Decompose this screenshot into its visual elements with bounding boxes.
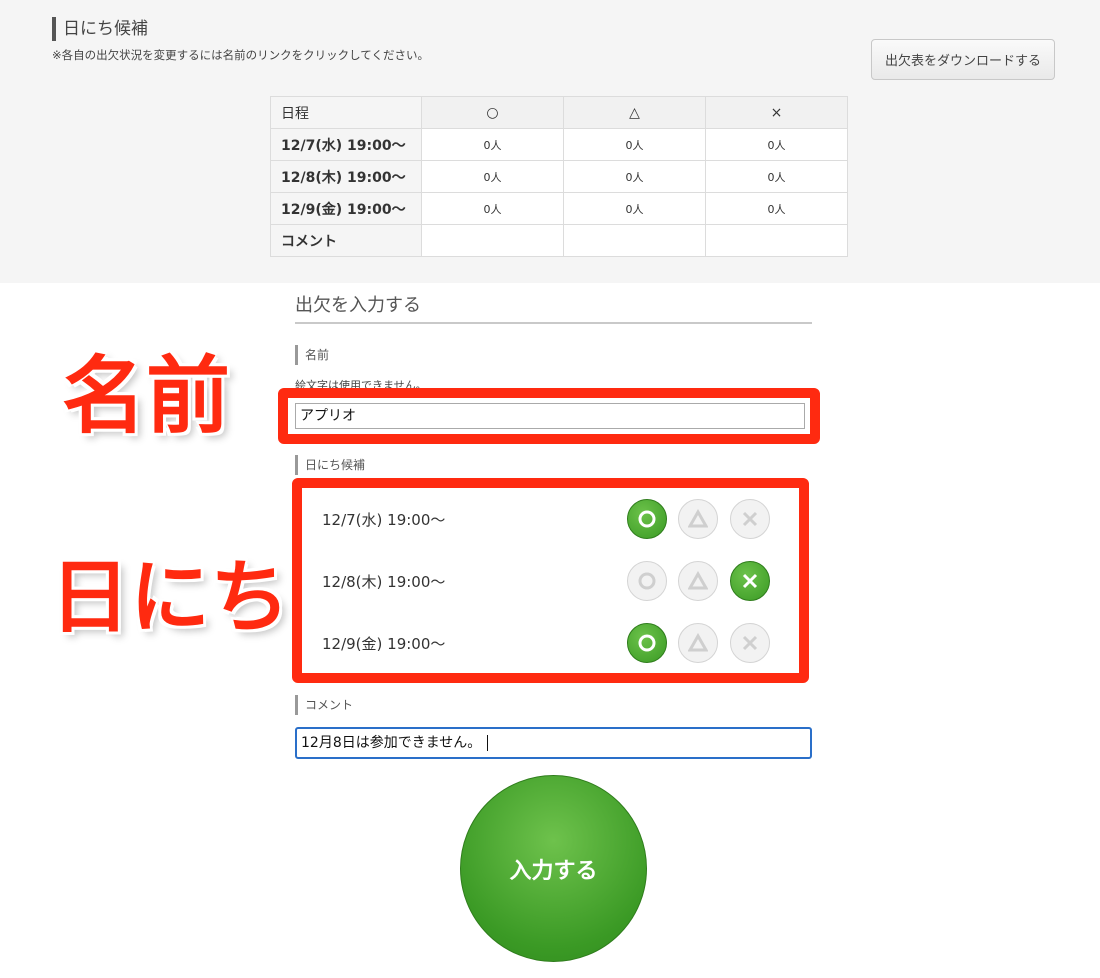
- table-row: 12/8(木) 19:00〜 0人 0人 0人: [270, 160, 848, 193]
- attendance-table: 日程 ○ △ × 12/7(水) 19:00〜 0人 0人 0人 12/8(木)…: [270, 96, 848, 257]
- triangle-icon: [688, 509, 708, 528]
- name-input[interactable]: アプリオ: [295, 403, 805, 429]
- comment-label: コメント: [295, 695, 353, 715]
- ok-choice-button[interactable]: [627, 623, 667, 663]
- dates-annotation: 日にち: [50, 551, 290, 644]
- row-ok-count: 0人: [421, 192, 564, 225]
- row-date: 12/7(水) 19:00〜: [270, 128, 422, 161]
- ng-choice-button[interactable]: [730, 623, 770, 663]
- comment-cell: [563, 224, 706, 257]
- triangle-icon: [688, 571, 708, 590]
- comment-input[interactable]: 12月8日は参加できません。: [295, 727, 812, 759]
- summary-note: ※各自の出欠状況を変更するには名前のリンクをクリックしてください。: [52, 48, 429, 62]
- submit-button[interactable]: 入力する: [460, 775, 647, 962]
- row-maybe-count: 0人: [563, 128, 706, 161]
- circle-icon: [638, 510, 656, 528]
- table-row: 12/9(金) 19:00〜 0人 0人 0人: [270, 192, 848, 225]
- date-option-label: 12/8(木) 19:00〜: [322, 573, 446, 591]
- row-ok-count: 0人: [421, 128, 564, 161]
- ok-choice-button[interactable]: [627, 499, 667, 539]
- maybe-choice-button[interactable]: [678, 499, 718, 539]
- header-ok: ○: [421, 96, 564, 129]
- row-ng-count: 0人: [705, 160, 848, 193]
- cross-icon: [742, 635, 758, 651]
- name-annotation: 名前: [62, 347, 231, 445]
- comment-text: 12月8日は参加できません。: [301, 735, 482, 751]
- circle-icon: [638, 572, 656, 590]
- ok-choice-button[interactable]: [627, 561, 667, 601]
- table-header-row: 日程 ○ △ ×: [270, 96, 848, 129]
- table-row: 12/7(水) 19:00〜 0人 0人 0人: [270, 128, 848, 161]
- maybe-choice-button[interactable]: [678, 561, 718, 601]
- row-ng-count: 0人: [705, 128, 848, 161]
- circle-icon: [638, 634, 656, 652]
- text-caret: [487, 735, 489, 751]
- name-label: 名前: [295, 345, 329, 365]
- comment-row-label: コメント: [270, 224, 422, 257]
- header-maybe: △: [563, 96, 706, 129]
- row-maybe-count: 0人: [563, 160, 706, 193]
- comment-cell: [421, 224, 564, 257]
- comment-cell: [705, 224, 848, 257]
- maybe-choice-button[interactable]: [678, 623, 718, 663]
- triangle-icon: [688, 633, 708, 652]
- summary-section: 日にち候補 ※各自の出欠状況を変更するには名前のリンクをクリックしてください。 …: [0, 0, 1100, 283]
- ng-choice-button[interactable]: [730, 499, 770, 539]
- header-ng: ×: [705, 96, 848, 129]
- date-option-label: 12/7(水) 19:00〜: [322, 511, 446, 529]
- summary-title: 日にち候補: [52, 17, 148, 41]
- cross-icon: [742, 573, 758, 589]
- header-date: 日程: [270, 96, 422, 129]
- table-comment-row: コメント: [270, 224, 848, 257]
- cross-icon: [742, 511, 758, 527]
- row-maybe-count: 0人: [563, 192, 706, 225]
- download-button[interactable]: 出欠表をダウンロードする: [871, 39, 1055, 80]
- row-ok-count: 0人: [421, 160, 564, 193]
- row-date: 12/8(木) 19:00〜: [270, 160, 422, 193]
- dates-label: 日にち候補: [295, 455, 365, 475]
- date-option-label: 12/9(金) 19:00〜: [322, 635, 446, 653]
- ng-choice-button[interactable]: [730, 561, 770, 601]
- row-date: 12/9(金) 19:00〜: [270, 192, 422, 225]
- row-ng-count: 0人: [705, 192, 848, 225]
- form-title: 出欠を入力する: [295, 291, 812, 324]
